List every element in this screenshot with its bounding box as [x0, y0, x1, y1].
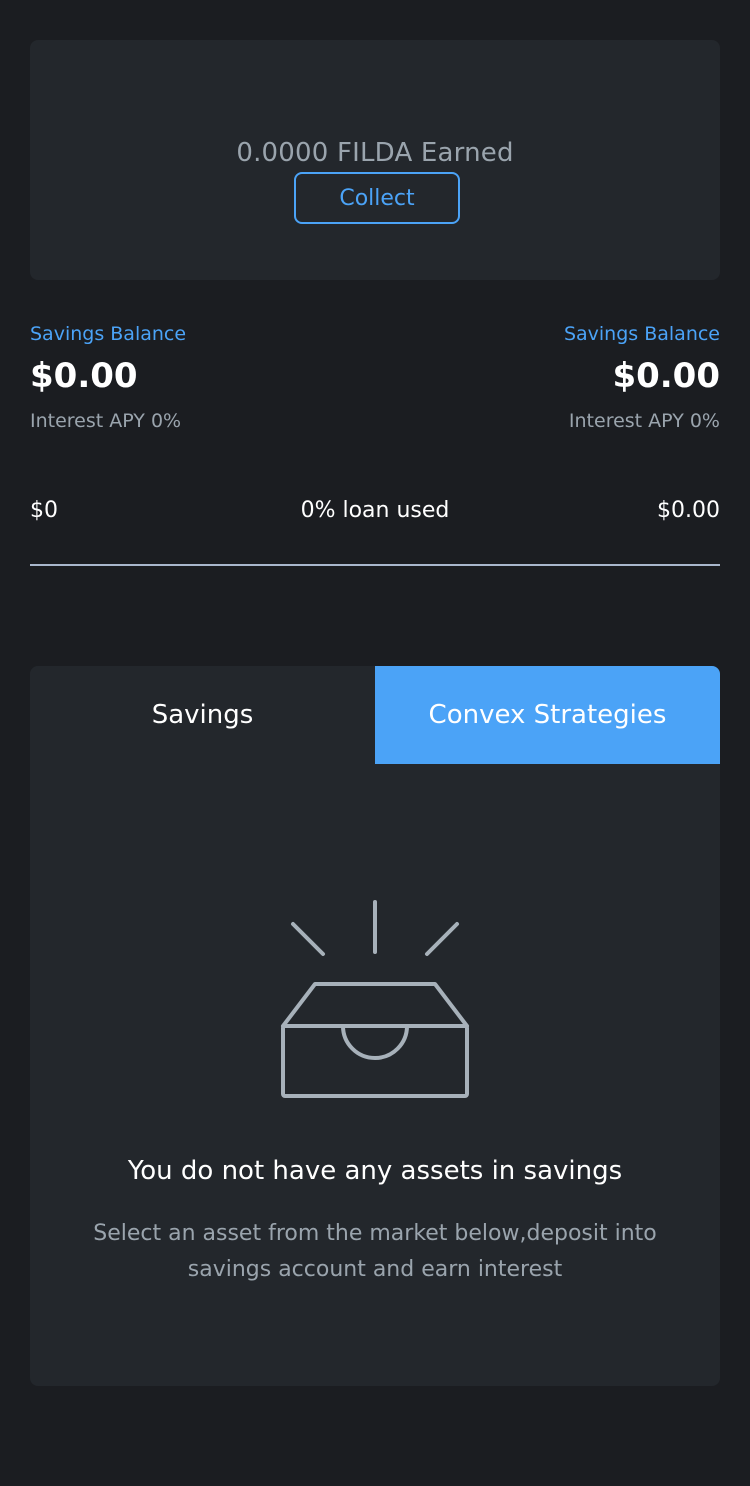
savings-balance-label-left: Savings Balance	[30, 323, 187, 345]
loan-usage-bar	[30, 564, 720, 566]
savings-balance-label-right: Savings Balance	[563, 323, 720, 345]
earned-card: 0.0000 FILDA Earned Collect	[30, 40, 720, 280]
savings-page: 0.0000 FILDA Earned Collect Savings Bala…	[0, 0, 750, 1486]
empty-inbox-icon	[281, 900, 469, 1098]
empty-state-description: Select an asset from the market below,de…	[93, 1221, 657, 1282]
loan-max-value: $0.00	[657, 498, 720, 523]
tab-savings[interactable]: Savings	[30, 666, 375, 764]
collect-button[interactable]: Collect	[294, 172, 460, 224]
empty-state-title: You do not have any assets in savings	[127, 1156, 623, 1186]
interest-apy-right: Interest APY 0%	[568, 410, 720, 432]
assets-panel: Savings Convex Strategies You do not hav…	[30, 666, 720, 1386]
savings-balance-value-right: $0.00	[612, 356, 720, 396]
loan-used-text: 0% loan used	[300, 498, 450, 523]
earned-amount-text: 0.0000 FILDA Earned	[236, 138, 514, 168]
savings-balance-value-left: $0.00	[30, 356, 138, 396]
tab-convex-strategies[interactable]: Convex Strategies	[375, 666, 720, 764]
interest-apy-left: Interest APY 0%	[30, 410, 182, 432]
